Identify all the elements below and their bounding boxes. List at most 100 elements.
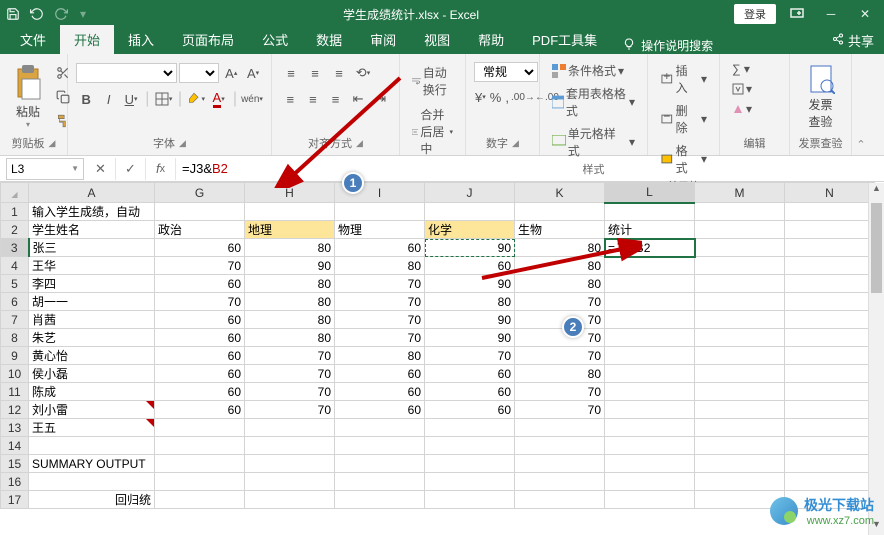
minimize-icon[interactable]: ─ xyxy=(818,7,844,21)
cell[interactable]: 化学 xyxy=(425,221,515,239)
cell[interactable]: 胡一一 xyxy=(29,293,155,311)
cell[interactable]: 70 xyxy=(515,293,605,311)
login-button[interactable]: 登录 xyxy=(734,4,776,24)
tab-layout[interactable]: 页面布局 xyxy=(168,25,248,54)
cell[interactable]: 70 xyxy=(335,311,425,329)
decrease-font-icon[interactable]: A▾ xyxy=(243,62,263,84)
align-top-icon[interactable]: ≡ xyxy=(280,62,302,84)
tab-pdf[interactable]: PDF工具集 xyxy=(518,25,611,54)
cell[interactable]: SUMMARY OUTPUT xyxy=(29,455,155,473)
cell[interactable]: 80 xyxy=(245,239,335,257)
cell[interactable]: 王华 xyxy=(29,257,155,275)
cell[interactable]: 王五 xyxy=(29,419,155,437)
cell[interactable]: 90 xyxy=(425,311,515,329)
font-size-select[interactable] xyxy=(179,63,219,83)
col-header[interactable]: M xyxy=(695,183,785,203)
cell[interactable]: 60 xyxy=(155,329,245,347)
cell[interactable]: 政治 xyxy=(155,221,245,239)
cell[interactable]: 80 xyxy=(245,329,335,347)
tab-data[interactable]: 数据 xyxy=(302,25,356,54)
clipboard-launcher-icon[interactable]: ◢ xyxy=(49,138,56,149)
merge-center-button[interactable]: 合并后居中 ▾ xyxy=(408,104,457,159)
confirm-formula-icon[interactable]: ✓ xyxy=(116,158,146,180)
row-header[interactable]: 3 xyxy=(1,239,29,257)
tab-insert[interactable]: 插入 xyxy=(114,25,168,54)
cell[interactable]: 刘小雷 xyxy=(29,401,155,419)
tab-help[interactable]: 帮助 xyxy=(464,25,518,54)
row-header[interactable]: 1 xyxy=(1,203,29,221)
save-icon[interactable] xyxy=(6,7,20,21)
table-format-button[interactable]: 套用表格格式 ▾ xyxy=(548,83,639,121)
collapse-ribbon-icon[interactable]: ⌃ xyxy=(856,138,865,151)
align-bottom-icon[interactable]: ≡ xyxy=(328,62,350,84)
cell[interactable]: 60 xyxy=(155,347,245,365)
cell[interactable]: 80 xyxy=(515,275,605,293)
cancel-formula-icon[interactable]: ✕ xyxy=(86,158,116,180)
cell[interactable]: 60 xyxy=(425,383,515,401)
phonetic-icon[interactable]: wén▾ xyxy=(241,88,263,110)
increase-font-icon[interactable]: A▴ xyxy=(221,62,241,84)
cell[interactable]: 60 xyxy=(155,311,245,329)
cell-styles-button[interactable]: 单元格样式 ▾ xyxy=(548,123,639,161)
active-cell[interactable]: =J3&B2 xyxy=(605,239,695,257)
cell[interactable]: 李四 xyxy=(29,275,155,293)
increase-decimal-icon[interactable]: .00→ xyxy=(512,86,534,108)
cell[interactable]: 80 xyxy=(245,275,335,293)
cell[interactable]: 80 xyxy=(515,257,605,275)
cell[interactable]: 70 xyxy=(245,401,335,419)
cell[interactable]: 70 xyxy=(155,293,245,311)
cell[interactable]: 60 xyxy=(155,401,245,419)
cell[interactable]: 60 xyxy=(155,365,245,383)
underline-button[interactable]: U▾ xyxy=(121,88,141,110)
cell[interactable]: 70 xyxy=(335,275,425,293)
cell[interactable]: 回归统 xyxy=(29,491,155,509)
cell[interactable]: 80 xyxy=(245,311,335,329)
cell[interactable]: 70 xyxy=(515,383,605,401)
cell[interactable]: 60 xyxy=(155,383,245,401)
row-header[interactable]: 16 xyxy=(1,473,29,491)
tab-review[interactable]: 审阅 xyxy=(356,25,410,54)
align-center-icon[interactable]: ≡ xyxy=(303,88,324,110)
cell[interactable]: 70 xyxy=(335,293,425,311)
cell[interactable]: 侯小磊 xyxy=(29,365,155,383)
col-header[interactable]: J xyxy=(425,183,515,203)
cell[interactable]: 60 xyxy=(425,365,515,383)
name-box[interactable]: L3 ▼ xyxy=(6,158,84,180)
tab-formula[interactable]: 公式 xyxy=(248,25,302,54)
cell[interactable]: 80 xyxy=(515,239,605,257)
fx-icon[interactable]: fx xyxy=(146,158,176,180)
cell[interactable]: 肖茜 xyxy=(29,311,155,329)
row-header[interactable]: 11 xyxy=(1,383,29,401)
font-family-select[interactable] xyxy=(76,63,177,83)
tab-file[interactable]: 文件 xyxy=(6,25,60,54)
invoice-check-button[interactable]: 发票 查验 xyxy=(803,62,839,132)
tab-home[interactable]: 开始 xyxy=(60,25,114,54)
cell[interactable]: 90 xyxy=(425,329,515,347)
paste-button[interactable]: 粘贴 ▾ xyxy=(8,63,48,131)
cell[interactable]: 60 xyxy=(155,275,245,293)
row-header[interactable]: 12 xyxy=(1,401,29,419)
col-header[interactable]: H xyxy=(245,183,335,203)
cell[interactable]: 70 xyxy=(515,311,605,329)
row-header[interactable]: 4 xyxy=(1,257,29,275)
cell[interactable]: 60 xyxy=(335,239,425,257)
cell[interactable]: 60 xyxy=(335,401,425,419)
scroll-up-icon[interactable]: ▲ xyxy=(869,183,884,199)
tab-view[interactable]: 视图 xyxy=(410,25,464,54)
bold-button[interactable]: B xyxy=(76,88,96,110)
align-left-icon[interactable]: ≡ xyxy=(280,88,301,110)
cell[interactable]: 90 xyxy=(425,239,515,257)
cell[interactable]: 80 xyxy=(515,365,605,383)
col-header[interactable]: K xyxy=(515,183,605,203)
orientation-icon[interactable]: ⟲▾ xyxy=(352,62,374,84)
cell[interactable]: 80 xyxy=(335,347,425,365)
row-header[interactable]: 8 xyxy=(1,329,29,347)
fill-button[interactable]: ▾ xyxy=(728,80,781,98)
scroll-thumb[interactable] xyxy=(871,203,882,293)
cell[interactable]: 生物 xyxy=(515,221,605,239)
cell[interactable]: 学生姓名 xyxy=(29,221,155,239)
cell[interactable]: 输入学生成绩，自动 xyxy=(29,203,155,221)
col-header[interactable]: G xyxy=(155,183,245,203)
cell[interactable]: 90 xyxy=(425,275,515,293)
currency-icon[interactable]: ¥▾ xyxy=(474,86,487,108)
